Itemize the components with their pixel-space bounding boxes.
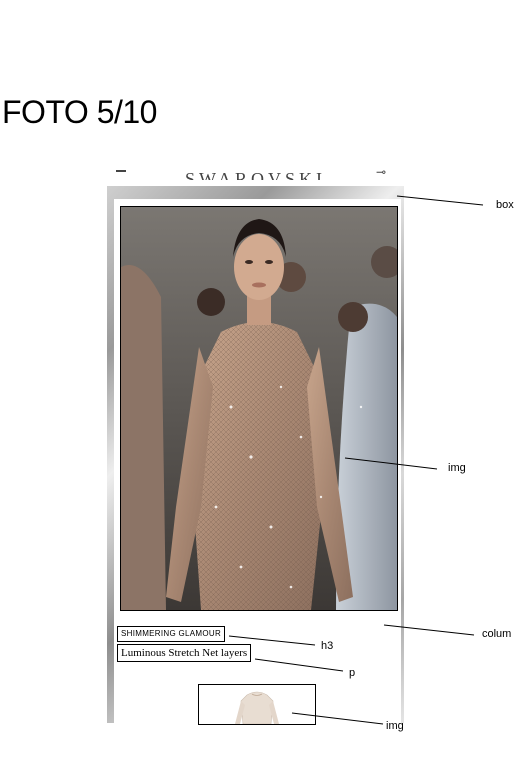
thumb-pointer-line: [291, 712, 384, 725]
img-pointer-line: [344, 457, 438, 470]
box-pointer-line: [396, 195, 484, 206]
annotation-img-thumb: img: [386, 720, 404, 732]
annotation-p: p: [349, 667, 356, 679]
annotation-lines: [228, 195, 484, 725]
annotation-column: colum: [482, 628, 512, 640]
column-pointer-line: [383, 624, 475, 636]
annotation-h3: h3: [321, 640, 334, 652]
annotation-box: box: [496, 199, 514, 211]
p-pointer-line: [254, 658, 344, 672]
h3-pointer-line: [228, 635, 316, 646]
annotation-img-main: img: [448, 462, 466, 474]
